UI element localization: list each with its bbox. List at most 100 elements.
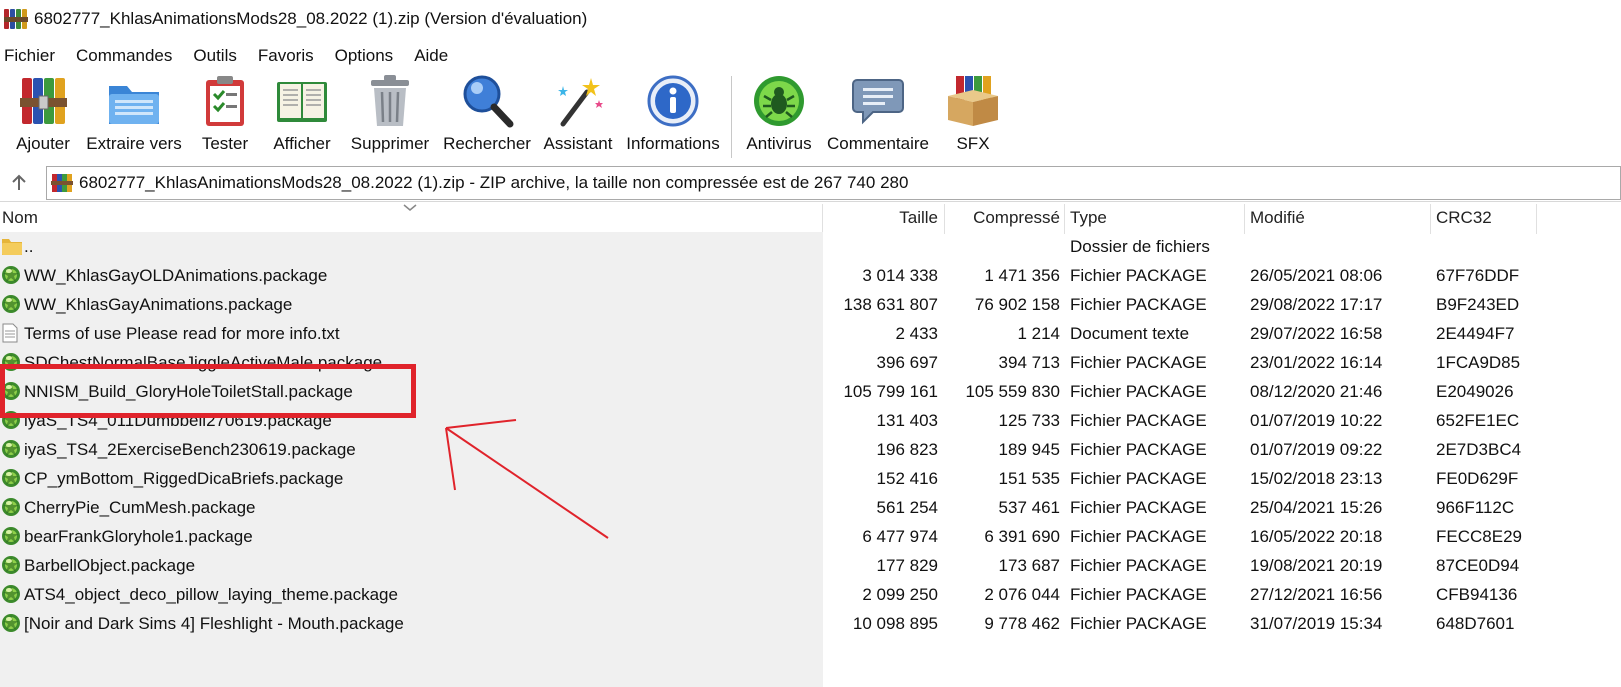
menu-outils[interactable]: Outils: [193, 46, 236, 66]
column-divider[interactable]: [1536, 204, 1537, 234]
address-bar: 6802777_KhlasAnimationsMods28_08.2022 (1…: [0, 166, 1621, 200]
file-packed: 1 214: [1017, 323, 1060, 343]
comment-button[interactable]: Commentaire: [824, 72, 932, 160]
delete-button[interactable]: Supprimer: [346, 72, 434, 160]
extract-to-button[interactable]: Extraire vers: [84, 72, 184, 160]
table-row[interactable]: [Noir and Dark Sims 4] Fleshlight - Mout…: [0, 609, 1621, 638]
comment-icon: [849, 72, 907, 130]
column-header-modified[interactable]: Modifié: [1250, 204, 1430, 232]
test-button[interactable]: Tester: [192, 72, 258, 160]
antivirus-button[interactable]: Antivirus: [740, 72, 818, 160]
file-name: bearFrankGloryhole1.package: [24, 526, 253, 546]
table-row[interactable]: CherryPie_CumMesh.package 561 254 537 461 F…: [0, 493, 1621, 522]
file-name: ATS4_object_deco_pillow_laying_theme.pac…: [24, 584, 398, 604]
sfx-box-icon: [944, 72, 1002, 130]
wizard-label: Assistant: [543, 134, 613, 153]
winrar-app-icon: [4, 7, 28, 31]
file-packed: 105 559 830: [965, 381, 1060, 401]
file-crc: 1FCA9D85: [1436, 352, 1521, 372]
wizard-button[interactable]: Assistant: [538, 72, 618, 160]
file-name: CP_ymBottom_RiggedDicaBriefs.package: [24, 468, 344, 488]
package-icon: [1, 439, 21, 459]
menu-fichier[interactable]: Fichier: [4, 46, 55, 66]
address-field[interactable]: 6802777_KhlasAnimationsMods28_08.2022 (1…: [46, 166, 1621, 200]
file-modified: 29/07/2022 16:58: [1250, 323, 1383, 343]
column-header-packed[interactable]: Compressé: [950, 204, 1060, 232]
column-header-size-label: Taille: [899, 208, 938, 227]
file-packed: 394 713: [998, 352, 1060, 372]
info-icon: [644, 72, 702, 130]
file-size: 177 829: [876, 555, 938, 575]
info-label: Informations: [626, 134, 720, 153]
extract-to-label: Extraire vers: [86, 134, 182, 153]
table-row[interactable]: Terms of use Please read for more info.t…: [0, 319, 1621, 348]
column-header-name-label: Nom: [2, 208, 38, 227]
wizard-wand-icon: [549, 72, 607, 130]
menu-commandes[interactable]: Commandes: [76, 46, 172, 66]
column-divider[interactable]: [944, 204, 945, 234]
package-icon: [1, 555, 21, 575]
search-label: Rechercher: [443, 134, 531, 153]
file-crc: 67F76DDF: [1436, 265, 1520, 285]
info-button[interactable]: Informations: [622, 72, 724, 160]
sfx-button[interactable]: SFX: [942, 72, 1004, 160]
file-modified: 23/01/2022 16:14: [1250, 352, 1383, 372]
file-modified: 26/05/2021 08:06: [1250, 265, 1383, 285]
menu-bar: Fichier Commandes Outils Favoris Options…: [0, 42, 465, 70]
column-header-crc[interactable]: CRC32: [1436, 204, 1536, 232]
file-size: [830, 232, 938, 261]
column-header-name[interactable]: Nom: [2, 204, 402, 232]
view-button[interactable]: Afficher: [264, 72, 340, 160]
menu-favoris[interactable]: Favoris: [258, 46, 314, 66]
up-arrow-button[interactable]: [0, 168, 38, 198]
table-row[interactable]: BarbellObject.package 177 829 173 687 Fichi…: [0, 551, 1621, 580]
column-divider[interactable]: [1064, 204, 1065, 234]
file-packed: 173 687: [998, 555, 1060, 575]
file-type: Fichier PACKAGE: [1070, 584, 1207, 604]
view-book-icon: [273, 72, 331, 130]
column-divider[interactable]: [1430, 204, 1431, 234]
table-row[interactable]: WW_KhlasGayOLDAnimations.package 3 014 33…: [0, 261, 1621, 290]
file-crc: CFB94136: [1436, 584, 1518, 604]
file-type: Fichier PACKAGE: [1070, 439, 1207, 459]
file-packed: 151 535: [998, 468, 1060, 488]
table-row[interactable]: CP_ymBottom_RiggedDicaBriefs.package 152 …: [0, 464, 1621, 493]
table-row[interactable]: ATS4_object_deco_pillow_laying_theme.pac…: [0, 580, 1621, 609]
table-row[interactable]: bearFrankGloryhole1.package 6 477 974 6 39…: [0, 522, 1621, 551]
file-crc: B9F243ED: [1436, 294, 1520, 314]
file-packed: 125 733: [998, 410, 1060, 430]
table-row[interactable]: iyaS_TS4_2ExerciseBench230619.package 196…: [0, 435, 1621, 464]
menu-options[interactable]: Options: [335, 46, 394, 66]
file-name: CherryPie_CumMesh.package: [24, 497, 256, 517]
file-type: Fichier PACKAGE: [1070, 381, 1207, 401]
table-row[interactable]: WW_KhlasGayAnimations.package 138 631 807…: [0, 290, 1621, 319]
file-size: 138 631 807: [843, 294, 938, 314]
table-row[interactable]: .. Dossier de fichiers: [0, 232, 1621, 261]
column-header-size[interactable]: Taille: [830, 204, 938, 232]
file-modified: 08/12/2020 21:46: [1250, 381, 1383, 401]
column-header-modified-label: Modifié: [1250, 208, 1305, 227]
search-button[interactable]: Rechercher: [440, 72, 534, 160]
file-name: WW_KhlasGayAnimations.package: [24, 294, 293, 314]
sfx-label: SFX: [956, 134, 990, 153]
column-header-type-label: Type: [1070, 208, 1107, 227]
file-name: BarbellObject.package: [24, 555, 196, 575]
file-packed: 1 471 356: [984, 265, 1060, 285]
delete-label: Supprimer: [350, 134, 430, 153]
file-packed: [950, 232, 1060, 261]
add-button[interactable]: Ajouter: [10, 72, 76, 160]
file-size: 131 403: [876, 410, 938, 430]
file-type: Dossier de fichiers: [1070, 236, 1210, 256]
file-size: 3 014 338: [862, 265, 938, 285]
magnifier-icon: [458, 72, 516, 130]
file-crc: 2E4494F7: [1436, 323, 1515, 343]
file-modified: 29/08/2022 17:17: [1250, 294, 1383, 314]
archive-icon: [51, 172, 73, 194]
column-divider[interactable]: [822, 204, 823, 234]
column-divider[interactable]: [1244, 204, 1245, 234]
menu-aide[interactable]: Aide: [414, 46, 448, 66]
antivirus-label: Antivirus: [746, 134, 812, 153]
column-header-type[interactable]: Type: [1070, 204, 1240, 232]
file-type: Fichier PACKAGE: [1070, 526, 1207, 546]
file-size: 2 433: [895, 323, 938, 343]
